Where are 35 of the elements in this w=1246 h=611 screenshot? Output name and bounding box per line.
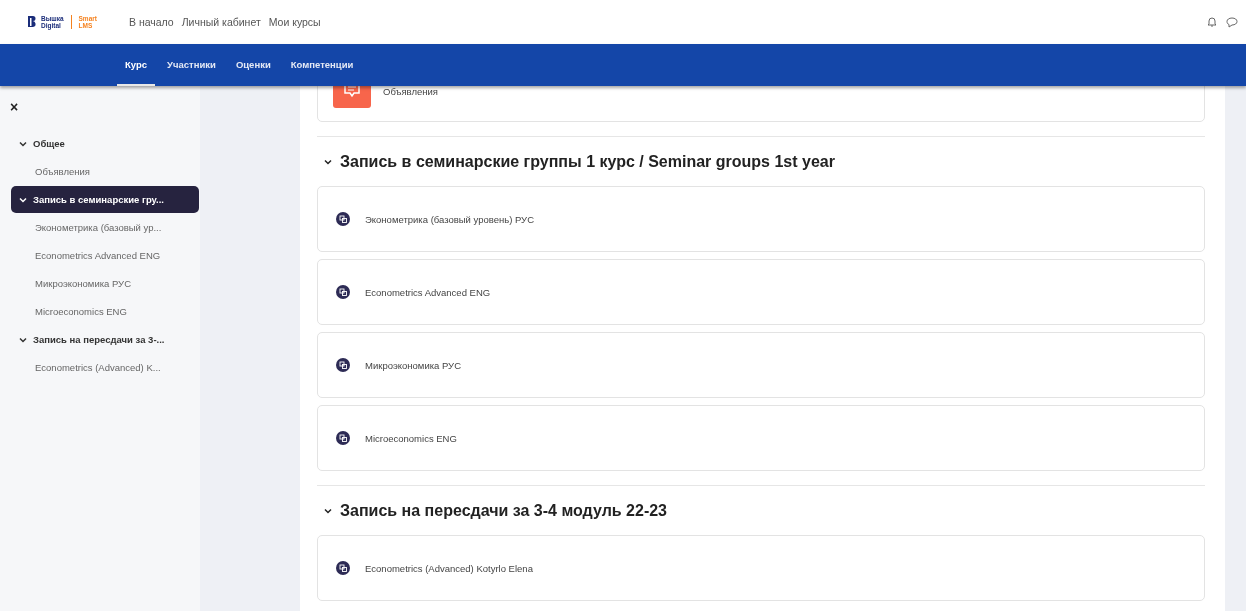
header-link[interactable]: В начало xyxy=(128,16,174,28)
section-title: Запись в семинарские гру... xyxy=(33,194,164,205)
choice-icon xyxy=(333,428,353,448)
activity-link[interactable]: Econometrics Advanced ENG xyxy=(365,286,491,298)
header-link[interactable]: Мои курсы xyxy=(268,16,321,28)
choice-icon xyxy=(333,558,353,578)
sidebar-section[interactable]: Запись в семинарские гру... xyxy=(11,186,199,213)
sidebar-section[interactable]: Общее xyxy=(11,130,199,157)
logo-icon xyxy=(27,15,37,29)
section-title: Запись на пересдачи за 3-... xyxy=(33,334,165,345)
nav-tab[interactable]: Участники xyxy=(159,44,224,86)
header-link[interactable]: Личный кабинет xyxy=(181,16,261,28)
choice-icon xyxy=(333,282,353,302)
activity-link[interactable]: Объявления xyxy=(383,86,438,97)
activity-link[interactable]: Эконометрика (базовый уровень) РУС xyxy=(365,213,534,225)
activity-link[interactable]: Микроэкономика РУС xyxy=(365,359,462,371)
notification-icon[interactable] xyxy=(1206,16,1218,28)
close-button[interactable]: × xyxy=(10,100,19,114)
sidebar-item[interactable]: Econometrics (Advanced) K... xyxy=(0,354,200,382)
activity-link[interactable]: Econometrics (Advanced) Kotyrlo Elena xyxy=(365,562,533,574)
sidebar-section[interactable]: Запись на пересдачи за 3-... xyxy=(11,326,199,353)
sidebar-item[interactable]: Эконометрика (базовый ур... xyxy=(0,214,200,242)
nav-tab[interactable]: Оценки xyxy=(227,44,279,86)
chat-icon[interactable] xyxy=(1226,16,1238,28)
sidebar-item[interactable]: Microeconomics ENG xyxy=(0,298,200,326)
activity-link[interactable]: Microeconomics ENG xyxy=(365,432,457,444)
sidebar-item[interactable]: Микроэкономика РУС xyxy=(0,270,200,298)
sidebar-item[interactable]: Econometrics Advanced ENG xyxy=(0,242,200,270)
choice-icon xyxy=(333,209,353,229)
nav-tab[interactable]: Компетенции xyxy=(282,44,362,86)
section-title: Общее xyxy=(33,138,65,149)
sidebar-item[interactable]: Объявления xyxy=(0,158,200,186)
section-heading: Запись на пересдачи за 3-4 модуль 22-23 xyxy=(340,501,667,520)
section-heading: Запись в семинарские группы 1 курс / Seminar groups 1st year xyxy=(340,152,835,171)
choice-icon xyxy=(333,355,353,375)
